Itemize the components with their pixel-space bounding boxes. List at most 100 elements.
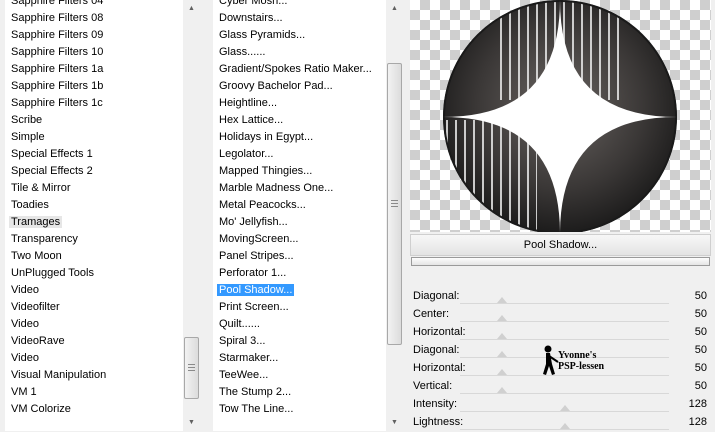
category-item[interactable]: Sapphire Filters 1b: [5, 78, 183, 95]
slider-track[interactable]: [460, 321, 669, 322]
filter-category-list[interactable]: Sapphire Filters 04 Sapphire Filters 08 Sa…: [5, 0, 183, 431]
parameter-slider[interactable]: Lightness: 128: [410, 414, 711, 432]
category-item[interactable]: Sapphire Filters 1a: [5, 61, 183, 78]
filter-item[interactable]: Holidays in Egypt...: [213, 129, 386, 146]
category-scroll-thumb[interactable]: [184, 337, 199, 399]
category-item[interactable]: Videofilter: [5, 299, 183, 316]
slider-knob-icon[interactable]: [496, 333, 507, 339]
category-item[interactable]: Sapphire Filters 1c: [5, 95, 183, 112]
category-item[interactable]: Tramages: [5, 214, 183, 231]
filter-item[interactable]: Heightline...: [213, 95, 386, 112]
filter-item[interactable]: Legolator...: [213, 146, 386, 163]
category-item[interactable]: Video: [5, 282, 183, 299]
filter-item[interactable]: Cyber Mosh...: [213, 0, 386, 10]
parameter-label: Diagonal:: [413, 290, 460, 302]
category-item[interactable]: VM 1: [5, 384, 183, 401]
category-item[interactable]: UnPlugged Tools: [5, 265, 183, 282]
category-item[interactable]: Scribe: [5, 112, 183, 129]
category-item[interactable]: Two Moon: [5, 248, 183, 265]
filter-item[interactable]: Glass Pyramids...: [213, 27, 386, 44]
category-item[interactable]: Video: [5, 350, 183, 367]
category-item[interactable]: Special Effects 1: [5, 146, 183, 163]
slider-knob-icon[interactable]: [559, 405, 570, 411]
filter-item[interactable]: Downstairs...: [213, 10, 386, 27]
category-item-label: Tramages: [9, 216, 63, 228]
filter-item[interactable]: Panel Stripes...: [213, 248, 386, 265]
triangle-up-icon[interactable]: ▲: [386, 0, 403, 17]
filter-title: Pool Shadow...: [523, 239, 598, 251]
filter-item[interactable]: Metal Peacocks...: [213, 197, 386, 214]
filter-list-scrollbar[interactable]: ▲ ▼: [386, 0, 403, 431]
category-item[interactable]: Toadies: [5, 197, 183, 214]
triangle-down-icon[interactable]: ▼: [183, 414, 200, 431]
filter-item[interactable]: The Stump 2...: [213, 384, 386, 401]
slider-track[interactable]: [460, 393, 669, 394]
parameter-slider[interactable]: Intensity: 128: [410, 396, 711, 414]
category-list-scrollbar[interactable]: ▲ ▼: [183, 0, 200, 431]
filter-item[interactable]: Print Screen...: [213, 299, 386, 316]
filter-item[interactable]: Glass......: [213, 44, 386, 61]
category-item[interactable]: VM Colorize: [5, 401, 183, 418]
category-item[interactable]: Sapphire Filters 08: [5, 10, 183, 27]
grip-lines-icon: [188, 364, 195, 365]
filter-item[interactable]: Gradient/Spokes Ratio Maker...: [213, 61, 386, 78]
filter-item-label: Glass......: [219, 46, 266, 58]
filter-item[interactable]: Marble Madness One...: [213, 180, 386, 197]
category-item[interactable]: Special Effects 2: [5, 163, 183, 180]
filter-item[interactable]: Perforator 1...: [213, 265, 386, 282]
slider-knob-icon[interactable]: [496, 369, 507, 375]
category-item[interactable]: Transparency: [5, 231, 183, 248]
category-item-label: Tile & Mirror: [11, 182, 71, 194]
category-item[interactable]: Tile & Mirror: [5, 180, 183, 197]
category-item[interactable]: Video: [5, 316, 183, 333]
triangle-down-icon[interactable]: ▼: [386, 414, 403, 431]
category-item[interactable]: Sapphire Filters 04: [5, 0, 183, 10]
slider-track[interactable]: [460, 339, 669, 340]
category-item[interactable]: Sapphire Filters 10: [5, 44, 183, 61]
filter-list[interactable]: Cyber Mosh... Downstairs... Glass Pyramids…: [213, 0, 386, 431]
category-item-label: Visual Manipulation: [11, 369, 107, 381]
watermark: Yvonne's PSP-lessen: [540, 344, 620, 382]
slider-knob-icon[interactable]: [496, 351, 507, 357]
filter-item[interactable]: Mo' Jellyfish...: [213, 214, 386, 231]
filter-item-label: The Stump 2...: [219, 386, 292, 398]
slider-knob-icon[interactable]: [559, 423, 570, 429]
filter-item[interactable]: Mapped Thingies...: [213, 163, 386, 180]
parameter-slider[interactable]: Horizontal: 50: [410, 324, 711, 342]
slider-knob-icon[interactable]: [496, 315, 507, 321]
slider-track[interactable]: [460, 429, 669, 430]
parameter-slider[interactable]: Center: 50: [410, 306, 711, 324]
category-item-label: Video: [11, 284, 39, 296]
slider-knob-icon[interactable]: [496, 297, 507, 303]
slider-track[interactable]: [460, 303, 669, 304]
filter-item[interactable]: MovingScreen...: [213, 231, 386, 248]
filter-item-label: Hex Lattice...: [219, 114, 284, 126]
filter-item[interactable]: Starmaker...: [213, 350, 386, 367]
category-item[interactable]: Visual Manipulation: [5, 367, 183, 384]
category-item-label: Sapphire Filters 1c: [11, 97, 103, 109]
grip-line: [391, 206, 398, 207]
parameter-value: 50: [694, 344, 707, 356]
slider-track[interactable]: [460, 411, 669, 412]
slider-knob-icon[interactable]: [496, 387, 507, 393]
category-item[interactable]: Simple: [5, 129, 183, 146]
parameter-label: Diagonal:: [413, 344, 460, 356]
filter-item[interactable]: Tow The Line...: [213, 401, 386, 418]
filter-item[interactable]: Quilt......: [213, 316, 386, 333]
category-item-label: Sapphire Filters 08: [11, 12, 104, 24]
filter-item[interactable]: Spiral 3...: [213, 333, 386, 350]
filter-item-label: Downstairs...: [219, 12, 283, 24]
progress-bar: [411, 257, 710, 266]
category-item[interactable]: Sapphire Filters 09: [5, 27, 183, 44]
filter-item[interactable]: Hex Lattice...: [213, 112, 386, 129]
filter-item[interactable]: Groovy Bachelor Pad...: [213, 78, 386, 95]
category-item-label: Sapphire Filters 09: [11, 29, 104, 41]
filter-item[interactable]: Pool Shadow...: [213, 282, 386, 299]
triangle-up-icon[interactable]: ▲: [183, 0, 200, 17]
filter-item[interactable]: TeeWee...: [213, 367, 386, 384]
filter-scroll-thumb[interactable]: [387, 63, 402, 345]
category-item[interactable]: VideoRave: [5, 333, 183, 350]
filter-item-label: Mapped Thingies...: [219, 165, 313, 177]
parameter-value: 50: [694, 290, 707, 302]
parameter-slider[interactable]: Diagonal: 50: [410, 288, 711, 306]
